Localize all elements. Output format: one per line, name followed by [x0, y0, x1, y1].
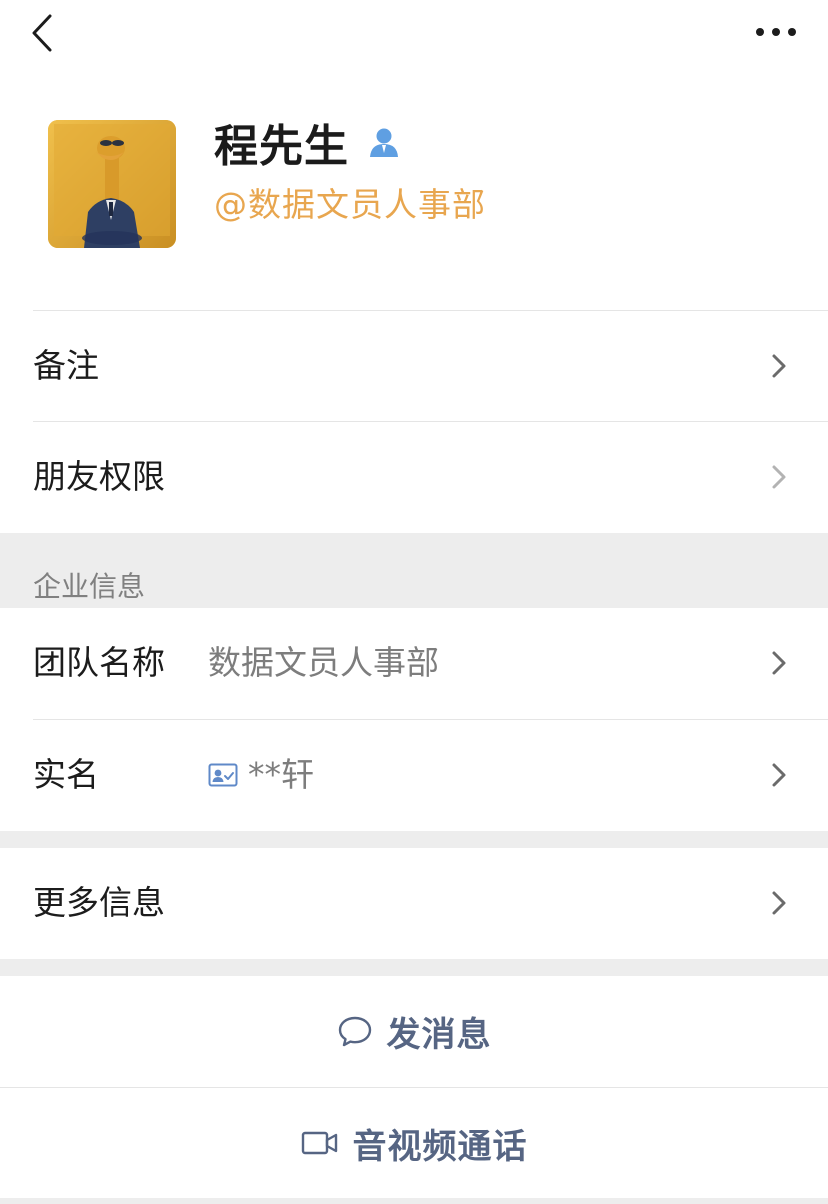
- contact-name: 程先生: [214, 121, 349, 172]
- more-dots-icon: [756, 28, 796, 36]
- remark-label: 备注: [33, 346, 99, 385]
- team-name-value: 数据文员人事部: [208, 643, 439, 682]
- more-info-row[interactable]: 更多信息: [0, 848, 828, 958]
- chat-bubble-icon: [338, 1016, 371, 1047]
- enterprise-section-title: 企业信息: [33, 570, 146, 603]
- chevron-left-icon: [32, 14, 52, 52]
- name-row: 程先生: [214, 114, 401, 172]
- real-name-value: **轩: [248, 755, 314, 794]
- av-call-button[interactable]: 音视频通话: [0, 1088, 828, 1198]
- video-camera-icon: [301, 1131, 337, 1155]
- org-tag: @数据文员人事部: [214, 185, 486, 224]
- section-gap: [0, 831, 828, 848]
- bottom-gap: [0, 1198, 828, 1204]
- send-message-button[interactable]: 发消息: [0, 976, 828, 1086]
- real-name-value-wrap: **轩: [208, 720, 314, 830]
- friend-permission-label: 朋友权限: [33, 457, 165, 496]
- section-gap: [0, 959, 828, 976]
- chevron-right-icon: [772, 891, 786, 915]
- send-message-label: 发消息: [386, 1014, 492, 1055]
- chevron-right-icon: [772, 354, 786, 378]
- person-badge-icon: [370, 128, 398, 157]
- remark-row[interactable]: 备注: [0, 311, 828, 421]
- friend-permission-row[interactable]: 朋友权限: [0, 422, 828, 532]
- real-name-label: 实名: [33, 755, 99, 794]
- top-bar: [0, 0, 828, 70]
- team-name-row[interactable]: 团队名称 数据文员人事部: [0, 608, 828, 718]
- profile-header: 程先生 @数据文员人事部: [0, 70, 828, 310]
- chevron-right-icon: [772, 651, 786, 675]
- chevron-right-icon: [772, 465, 786, 489]
- more-info-label: 更多信息: [33, 883, 165, 922]
- avatar-image: [48, 120, 176, 248]
- enterprise-section-header: 企业信息: [0, 533, 828, 608]
- avatar[interactable]: [48, 120, 176, 248]
- team-name-label: 团队名称: [33, 643, 165, 682]
- contact-profile-page: 程先生 @数据文员人事部 备注 朋友权限 企业信息 团队名称 数据文员人事部 实…: [0, 0, 828, 1204]
- chevron-right-icon: [772, 763, 786, 787]
- back-button[interactable]: [24, 10, 64, 56]
- av-call-label: 音视频通话: [352, 1126, 528, 1167]
- id-card-icon: [208, 763, 238, 787]
- real-name-row[interactable]: 实名 **轩: [0, 720, 828, 830]
- more-options-button[interactable]: [752, 18, 800, 46]
